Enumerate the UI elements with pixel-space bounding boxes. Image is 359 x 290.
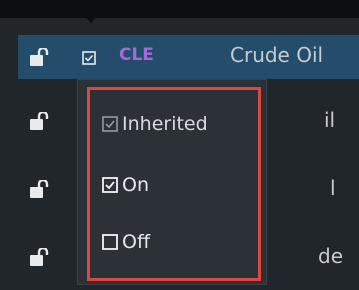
menu-item-label: Off	[122, 231, 151, 253]
dropdown-caret	[84, 15, 98, 23]
lock-open-icon[interactable]	[30, 48, 52, 66]
checkbox-checked-icon[interactable]	[82, 50, 96, 65]
row-description: de	[318, 244, 343, 268]
top-toolbar	[0, 0, 359, 18]
row-description: il	[324, 108, 336, 132]
lock-open-icon[interactable]	[30, 112, 52, 130]
menu-item-on[interactable]: On	[102, 171, 149, 199]
menu-item-label: Inherited	[122, 113, 208, 135]
menu-item-inherited[interactable]: Inherited	[102, 110, 208, 138]
menu-item-off[interactable]: Off	[102, 228, 150, 256]
row-description: l	[330, 176, 336, 200]
checkbox-unchecked-icon	[102, 234, 118, 250]
row-description: Crude Oil	[230, 43, 324, 67]
lock-open-icon[interactable]	[30, 180, 52, 198]
lock-open-icon[interactable]	[30, 248, 52, 266]
checkbox-inherited-icon	[102, 116, 118, 132]
checkbox-checked-icon	[102, 177, 118, 193]
row-symbol: CLE	[119, 45, 154, 65]
table-row-selected[interactable]: CLE Crude Oil	[18, 35, 359, 79]
menu-item-label: On	[122, 174, 149, 196]
